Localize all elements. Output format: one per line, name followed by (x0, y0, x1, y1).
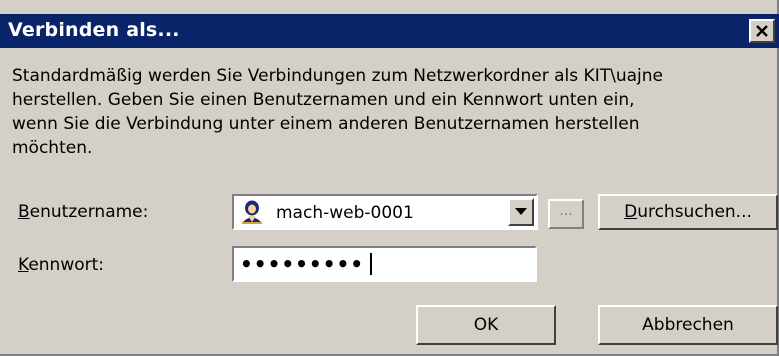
chevron-down-icon (515, 208, 527, 215)
username-label: Benutzername: (18, 202, 148, 222)
browse-button-accelerator: D (624, 202, 638, 222)
username-value: mach-web-0001 (276, 203, 414, 223)
password-label-text: ennwort: (28, 255, 105, 275)
browse-button-text: urchsuchen... (637, 202, 752, 222)
description-line: wenn Sie die Verbindung unter einem ande… (12, 114, 640, 134)
ellipsis-button[interactable]: ... (548, 199, 584, 229)
description-line: herstellen. Geben Sie einen Benutzername… (12, 90, 635, 110)
password-field[interactable]: ••••••••• (232, 246, 537, 282)
password-label-accelerator: K (18, 255, 29, 275)
password-masked-value: ••••••••• (240, 252, 365, 276)
close-icon (756, 25, 768, 37)
connect-as-dialog: Verbinden als... Standardmäßig werden Si… (0, 0, 779, 356)
dialog-title: Verbinden als... (8, 19, 180, 41)
description-line: möchten. (12, 138, 93, 158)
username-dropdown-button[interactable] (508, 198, 534, 226)
username-label-text: enutzername: (29, 202, 149, 222)
description-line: Standardmäßig werden Sie Verbindungen zu… (12, 66, 663, 86)
username-combobox[interactable]: mach-web-0001 (232, 194, 538, 230)
password-label: Kennwort: (18, 255, 104, 275)
title-bar[interactable]: Verbinden als... (0, 14, 779, 48)
browse-button[interactable]: Durchsuchen... (598, 194, 778, 230)
user-icon (242, 200, 262, 224)
cancel-button[interactable]: Abbrechen (598, 305, 778, 345)
close-button[interactable] (749, 19, 775, 43)
text-caret (370, 253, 372, 275)
description-text: Standardmäßig werden Sie Verbindungen zu… (12, 64, 772, 160)
username-label-accelerator: B (18, 202, 30, 222)
ok-button[interactable]: OK (416, 305, 556, 345)
